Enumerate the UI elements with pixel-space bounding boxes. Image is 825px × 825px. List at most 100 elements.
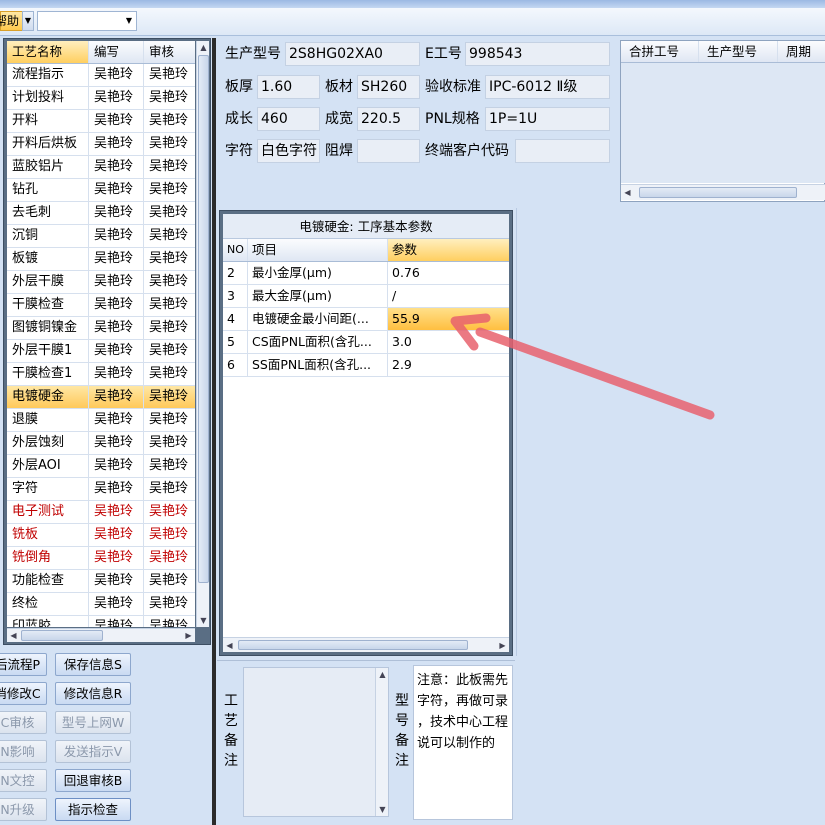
send-instruction-button[interactable]: 发送指示V bbox=[55, 740, 131, 763]
param-cell-no: 3 bbox=[223, 285, 248, 307]
param-row[interactable]: 2 最小金厚(μm) 0.76 bbox=[223, 262, 509, 285]
process-row[interactable]: 沉铜 吴艳玲 吴艳玲 bbox=[7, 225, 195, 248]
scroll-down-icon[interactable]: ▼ bbox=[376, 803, 389, 816]
save-button[interactable]: 保存信息S bbox=[55, 653, 131, 676]
process-row[interactable]: 计划投料 吴艳玲 吴艳玲 bbox=[7, 87, 195, 110]
flow-button[interactable]: 后流程P bbox=[0, 653, 47, 676]
scroll-left-icon[interactable]: ◀ bbox=[223, 639, 236, 652]
panel-splitter[interactable] bbox=[212, 38, 216, 825]
process-cell-writer: 吴艳玲 bbox=[89, 478, 144, 500]
header-item[interactable]: 项目 bbox=[248, 239, 388, 261]
scroll-left-icon[interactable]: ◀ bbox=[621, 186, 634, 199]
review-button[interactable]: C审核 bbox=[0, 711, 47, 734]
process-row[interactable]: 字符 吴艳玲 吴艳玲 bbox=[7, 478, 195, 501]
toolbar-combo[interactable]: ▼ bbox=[37, 11, 137, 31]
process-cell-name: 字符 bbox=[7, 478, 89, 500]
width-field[interactable]: 220.5 bbox=[357, 107, 420, 131]
process-row[interactable]: 开料 吴艳玲 吴艳玲 bbox=[7, 110, 195, 133]
model-note-textarea[interactable]: 注意：此板需先 字符，再做可录 ，技术中心工程 说可以制作的 bbox=[413, 665, 513, 820]
scroll-right-icon[interactable]: ▶ bbox=[182, 629, 195, 642]
length-field[interactable]: 460 bbox=[257, 107, 320, 131]
model-note-label: 型号备注 bbox=[394, 691, 410, 771]
reject-review-button[interactable]: 回退审核B bbox=[55, 769, 131, 792]
process-list-vscroll-thumb[interactable] bbox=[198, 55, 209, 583]
process-row[interactable]: 图镀铜镍金 吴艳玲 吴艳玲 bbox=[7, 317, 195, 340]
scroll-up-icon[interactable]: ▲ bbox=[376, 668, 389, 681]
process-row[interactable]: 铣倒角 吴艳玲 吴艳玲 bbox=[7, 547, 195, 570]
doc-control-button[interactable]: N文控 bbox=[0, 769, 47, 792]
header-writer[interactable]: 编写 bbox=[89, 41, 144, 63]
impact-button[interactable]: N影响 bbox=[0, 740, 47, 763]
param-row[interactable]: 5 CS面PNL面积(含孔... 3.0 bbox=[223, 331, 509, 354]
process-cell-writer: 吴艳玲 bbox=[89, 386, 144, 408]
scroll-left-icon[interactable]: ◀ bbox=[7, 629, 20, 642]
header-no[interactable]: NO bbox=[223, 239, 248, 261]
thickness-field[interactable]: 1.60 bbox=[257, 75, 320, 99]
header-value[interactable]: 参数 bbox=[388, 239, 509, 261]
param-hscroll-thumb[interactable] bbox=[238, 640, 468, 650]
param-row[interactable]: 3 最大金厚(μm) / bbox=[223, 285, 509, 308]
process-row[interactable]: 干膜检查 吴艳玲 吴艳玲 bbox=[7, 294, 195, 317]
merge-grid-body[interactable] bbox=[621, 63, 825, 183]
process-cell-name: 蓝胶铝片 bbox=[7, 156, 89, 178]
material-field[interactable]: SH260 bbox=[357, 75, 420, 99]
process-row[interactable]: 干膜检查1 吴艳玲 吴艳玲 bbox=[7, 363, 195, 386]
model-field[interactable]: 2S8HG02XA0 bbox=[285, 42, 420, 66]
process-row[interactable]: 功能检查 吴艳玲 吴艳玲 bbox=[7, 570, 195, 593]
standard-field[interactable]: IPC-6012 Ⅱ级 bbox=[485, 75, 610, 99]
process-row[interactable]: 外层干膜1 吴艳玲 吴艳玲 bbox=[7, 340, 195, 363]
header-merge-no[interactable]: 合拼工号 bbox=[621, 41, 699, 62]
char-field[interactable]: 白色字符 bbox=[257, 139, 320, 163]
instruction-check-button[interactable]: 指示检查 bbox=[55, 798, 131, 821]
merge-hscroll[interactable]: ◀ bbox=[621, 184, 825, 200]
process-row[interactable]: 印蓝胶 吴艳玲 吴艳玲 bbox=[7, 616, 195, 627]
process-row[interactable]: 外层干膜 吴艳玲 吴艳玲 bbox=[7, 271, 195, 294]
process-list-hscroll[interactable]: ◀ ▶ bbox=[7, 628, 195, 642]
cancel-edit-button[interactable]: 消修改C bbox=[0, 682, 47, 705]
header-merge-cycle[interactable]: 周期 bbox=[778, 41, 825, 62]
process-row[interactable]: 蓝胶铝片 吴艳玲 吴艳玲 bbox=[7, 156, 195, 179]
process-cell-writer: 吴艳玲 bbox=[89, 501, 144, 523]
process-list-vscroll[interactable]: ▲ ▼ bbox=[196, 41, 209, 627]
process-note-label: 工艺备注 bbox=[223, 691, 239, 771]
process-row[interactable]: 板镀 吴艳玲 吴艳玲 bbox=[7, 248, 195, 271]
vertical-label-char: 注 bbox=[395, 753, 409, 769]
process-cell-reviewer: 吴艳玲 bbox=[149, 205, 189, 220]
help-menu[interactable]: 帮助 bbox=[0, 11, 24, 31]
edit-button[interactable]: 修改信息R bbox=[55, 682, 131, 705]
customer-field[interactable] bbox=[515, 139, 610, 163]
process-row[interactable]: 铣板 吴艳玲 吴艳玲 bbox=[7, 524, 195, 547]
process-cell-reviewer: 吴艳玲 bbox=[149, 320, 189, 335]
process-row[interactable]: 退膜 吴艳玲 吴艳玲 bbox=[7, 409, 195, 432]
header-merge-model[interactable]: 生产型号 bbox=[699, 41, 778, 62]
length-label: 成长 bbox=[225, 111, 253, 127]
model-online-button[interactable]: 型号上网W bbox=[55, 711, 131, 734]
scroll-up-icon[interactable]: ▲ bbox=[197, 41, 210, 54]
help-dropdown-arrow-icon[interactable]: ▼ bbox=[22, 11, 34, 31]
eno-field[interactable]: 998543 bbox=[465, 42, 610, 66]
header-process-name[interactable]: 工艺名称 bbox=[7, 41, 89, 63]
param-row[interactable]: 6 SS面PNL面积(含孔... 2.9 bbox=[223, 354, 509, 377]
scroll-down-icon[interactable]: ▼ bbox=[197, 614, 210, 627]
mask-field[interactable] bbox=[357, 139, 420, 163]
header-reviewer[interactable]: 审核 bbox=[144, 41, 195, 63]
process-row[interactable]: 流程指示 吴艳玲 吴艳玲 bbox=[7, 64, 195, 87]
process-row[interactable]: 外层AOI 吴艳玲 吴艳玲 bbox=[7, 455, 195, 478]
pnl-field[interactable]: 1P=1U bbox=[485, 107, 610, 131]
process-row[interactable]: 去毛刺 吴艳玲 吴艳玲 bbox=[7, 202, 195, 225]
process-note-textarea[interactable]: ▲ ▼ bbox=[243, 667, 389, 817]
process-row[interactable]: 钻孔 吴艳玲 吴艳玲 bbox=[7, 179, 195, 202]
scroll-right-icon[interactable]: ▶ bbox=[496, 639, 509, 652]
process-note-scroll[interactable]: ▲ ▼ bbox=[375, 668, 388, 816]
merge-hscroll-thumb[interactable] bbox=[639, 187, 797, 198]
param-row[interactable]: 4 电镀硬金最小间距(... 55.9 bbox=[223, 308, 509, 331]
process-cell-writer: 吴艳玲 bbox=[89, 455, 144, 477]
param-hscroll[interactable]: ◀ ▶ bbox=[223, 637, 509, 652]
process-row[interactable]: 外层蚀刻 吴艳玲 吴艳玲 bbox=[7, 432, 195, 455]
process-row[interactable]: 开料后烘板 吴艳玲 吴艳玲 bbox=[7, 133, 195, 156]
process-list-hscroll-thumb[interactable] bbox=[21, 630, 103, 641]
process-row[interactable]: 电镀硬金 吴艳玲 吴艳玲 bbox=[7, 386, 195, 409]
process-row[interactable]: 终检 吴艳玲 吴艳玲 bbox=[7, 593, 195, 616]
upgrade-button[interactable]: N升级 bbox=[0, 798, 47, 821]
process-row[interactable]: 电子测试 吴艳玲 吴艳玲 bbox=[7, 501, 195, 524]
